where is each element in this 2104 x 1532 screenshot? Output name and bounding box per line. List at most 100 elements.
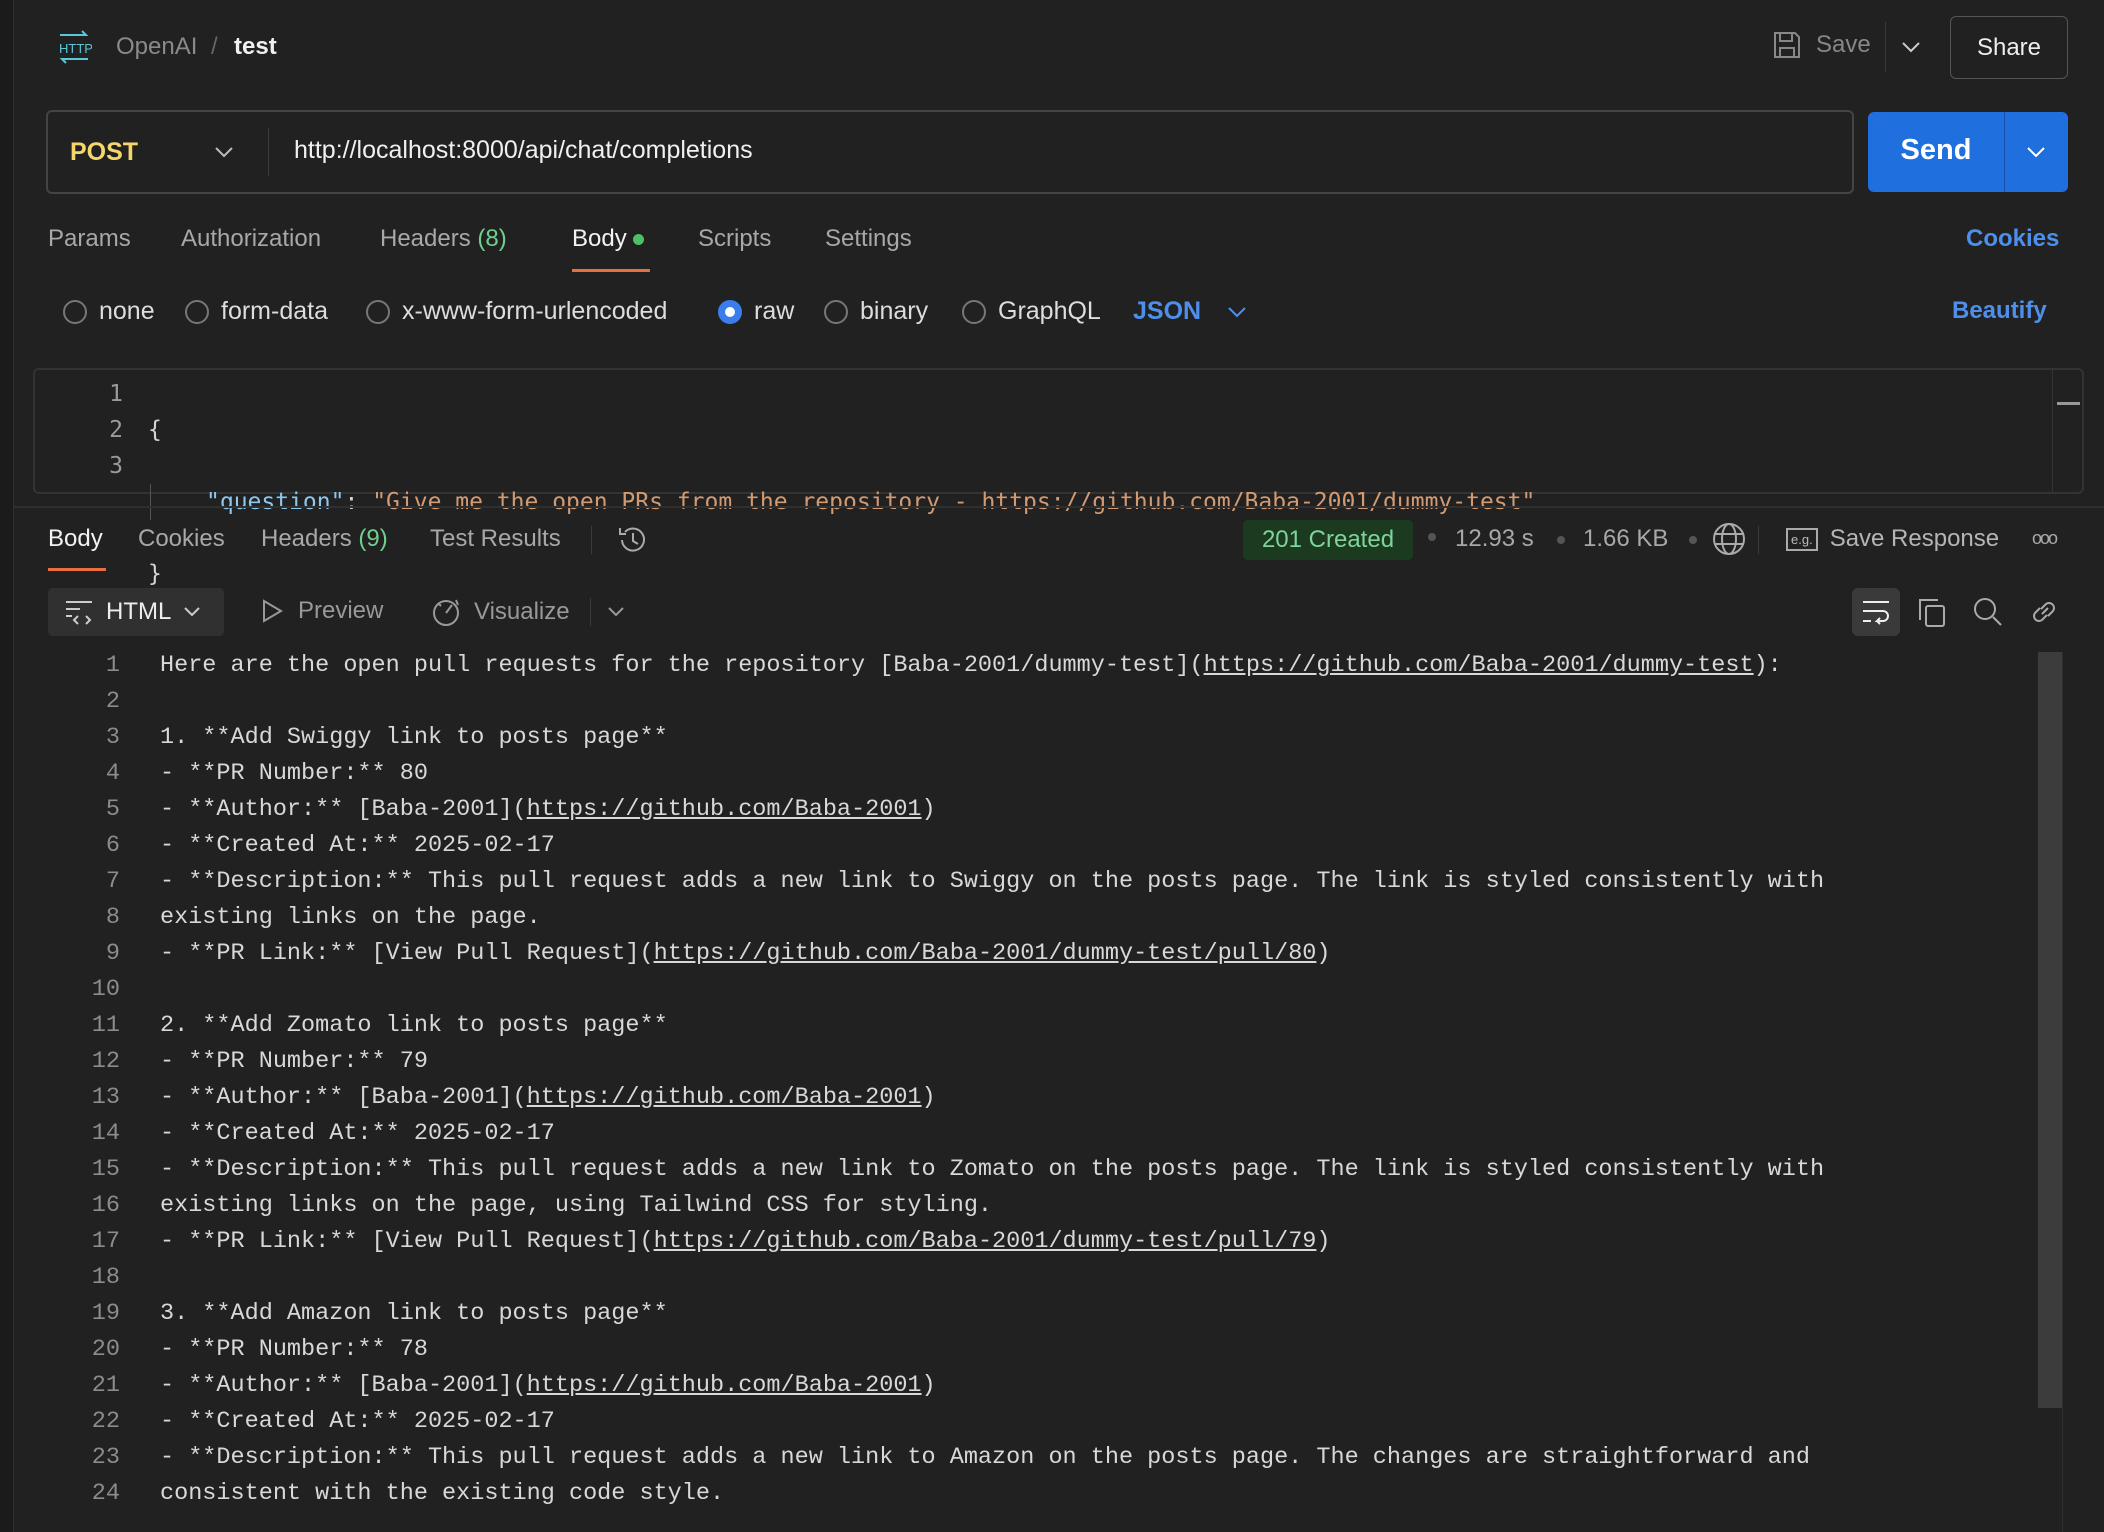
line-number: 4 xyxy=(60,760,120,787)
response-text: - **Author:** [Baba-2001]( xyxy=(160,796,527,823)
response-link[interactable]: https://github.com/Baba-2001/dummy-test xyxy=(1204,652,1754,679)
response-tab-headers[interactable]: Headers (9) xyxy=(261,525,388,553)
line-content: existing links on the page, using Tailwi… xyxy=(160,1192,992,1219)
line-content: existing links on the page. xyxy=(160,904,541,931)
example-icon: e.g. xyxy=(1786,528,1818,551)
radio-graphql[interactable]: GraphQL xyxy=(962,297,1101,326)
radio-binary[interactable]: binary xyxy=(824,297,928,326)
preview-button[interactable]: Preview xyxy=(260,597,383,625)
headers-count: (9) xyxy=(358,525,387,552)
request-body-editor[interactable]: 123 { "question": "Give me the open PRs … xyxy=(33,368,2084,494)
breadcrumb-collection[interactable]: OpenAI xyxy=(116,33,197,61)
response-text: consistent with the existing code style. xyxy=(160,1480,724,1507)
url-input[interactable]: http://localhost:8000/api/chat/completio… xyxy=(294,136,753,165)
response-body-viewer[interactable]: 1 Here are the open pull requests for the… xyxy=(0,652,2030,1532)
globe-icon[interactable] xyxy=(1712,522,1746,556)
line-number: 24 xyxy=(60,1480,120,1507)
response-text: 2. **Add Zomato link to posts page** xyxy=(160,1012,668,1039)
line-number: 20 xyxy=(60,1336,120,1363)
more-options-icon[interactable]: ooo xyxy=(2032,528,2056,549)
radio-label: raw xyxy=(754,297,794,326)
separator-dot xyxy=(1689,536,1697,544)
response-text: ) xyxy=(1316,1228,1330,1255)
tab-settings[interactable]: Settings xyxy=(825,225,912,253)
radio-raw[interactable]: raw xyxy=(718,297,794,326)
response-tab-body[interactable]: Body xyxy=(48,525,103,553)
search-icon[interactable] xyxy=(1972,596,2004,628)
beautify-button[interactable]: Beautify xyxy=(1952,297,2047,325)
json-key: "question" xyxy=(206,489,344,515)
response-text: ) xyxy=(1316,940,1330,967)
divider xyxy=(268,128,269,176)
radio-x-www-form-urlencoded[interactable]: x-www-form-urlencoded xyxy=(366,297,667,326)
response-link[interactable]: https://github.com/Baba-2001 xyxy=(527,1084,922,1111)
response-scrollbar[interactable] xyxy=(2038,652,2062,1408)
history-icon[interactable] xyxy=(616,524,650,556)
response-text: - **Description:** This pull request add… xyxy=(160,1156,1824,1183)
play-icon xyxy=(260,598,284,624)
response-link[interactable]: https://github.com/Baba-2001 xyxy=(527,1372,922,1399)
pane-divider[interactable] xyxy=(14,506,2104,508)
response-text: - **Author:** [Baba-2001]( xyxy=(160,1084,527,1111)
line-content: - **PR Link:** [View Pull Request](https… xyxy=(160,1228,1331,1255)
tab-params[interactable]: Params xyxy=(48,225,131,253)
save-button[interactable]: Save xyxy=(1772,30,1871,60)
response-tab-cookies[interactable]: Cookies xyxy=(138,525,225,553)
radio-label: none xyxy=(99,297,155,326)
line-content: - **Author:** [Baba-2001](https://github… xyxy=(160,1084,936,1111)
word-wrap-toggle-icon[interactable] xyxy=(1852,588,1900,636)
http-request-icon: HTTP xyxy=(56,30,92,64)
response-time[interactable]: 12.93 s xyxy=(1455,525,1534,553)
link-icon[interactable] xyxy=(2028,596,2060,628)
visualize-button[interactable]: Visualize xyxy=(430,596,570,628)
tab-body[interactable]: Body xyxy=(572,225,644,253)
active-tab-underline xyxy=(572,269,650,272)
request-name[interactable]: test xyxy=(234,33,277,61)
tab-headers[interactable]: Headers (8) xyxy=(380,225,507,253)
active-tab-underline xyxy=(48,568,106,571)
response-link[interactable]: https://github.com/Baba-2001/dummy-test/… xyxy=(654,940,1317,967)
radio-label: GraphQL xyxy=(998,297,1101,326)
response-tab-test-results[interactable]: Test Results xyxy=(430,525,561,553)
radio-label: x-www-form-urlencoded xyxy=(402,297,667,326)
line-number: 1 xyxy=(60,652,120,679)
method-select[interactable]: POST xyxy=(48,112,268,192)
save-label: Save xyxy=(1816,31,1871,59)
radio-none[interactable]: none xyxy=(63,297,155,326)
response-text: - **Author:** [Baba-2001]( xyxy=(160,1372,527,1399)
line-content: Here are the open pull requests for the … xyxy=(160,652,1782,679)
tab-authorization[interactable]: Authorization xyxy=(181,225,321,253)
send-button[interactable]: Send xyxy=(1868,112,2068,192)
response-text: ) xyxy=(922,1084,936,1111)
visualize-options-chevron-icon[interactable] xyxy=(607,606,625,618)
format-select[interactable]: JSON xyxy=(1133,297,1247,326)
save-icon xyxy=(1772,30,1802,60)
line-number: 18 xyxy=(60,1264,120,1291)
line-number: 7 xyxy=(60,868,120,895)
radio-form-data[interactable]: form-data xyxy=(185,297,328,326)
line-content: 3. **Add Amazon link to posts page** xyxy=(160,1300,668,1327)
save-options-chevron-icon[interactable] xyxy=(1885,22,1935,72)
response-text: - **Description:** This pull request add… xyxy=(160,1444,1810,1471)
save-response-button[interactable]: e.g. Save Response xyxy=(1786,525,1999,553)
copy-icon[interactable] xyxy=(1916,596,1948,628)
method-label: POST xyxy=(70,138,138,167)
response-link[interactable]: https://github.com/Baba-2001 xyxy=(527,796,922,823)
response-text: - **PR Number:** 79 xyxy=(160,1048,428,1075)
radio-label: binary xyxy=(860,297,928,326)
divider xyxy=(591,526,592,554)
send-options-chevron-icon[interactable] xyxy=(2026,146,2046,158)
status-badge[interactable]: 201 Created xyxy=(1243,520,1413,560)
response-text: Here are the open pull requests for the … xyxy=(160,652,1204,679)
line-number: 23 xyxy=(60,1444,120,1471)
response-link[interactable]: https://github.com/Baba-2001/dummy-test/… xyxy=(654,1228,1317,1255)
line-number: 9 xyxy=(60,940,120,967)
response-size[interactable]: 1.66 KB xyxy=(1583,525,1668,553)
cookies-link[interactable]: Cookies xyxy=(1966,225,2059,253)
line-number: 22 xyxy=(60,1408,120,1435)
share-button[interactable]: Share xyxy=(1950,16,2068,79)
tab-scripts[interactable]: Scripts xyxy=(698,225,771,253)
editor-scrollbar[interactable] xyxy=(2052,370,2082,492)
response-format-select[interactable]: HTML xyxy=(48,588,224,636)
line-content: 1. **Add Swiggy link to posts page** xyxy=(160,724,668,751)
